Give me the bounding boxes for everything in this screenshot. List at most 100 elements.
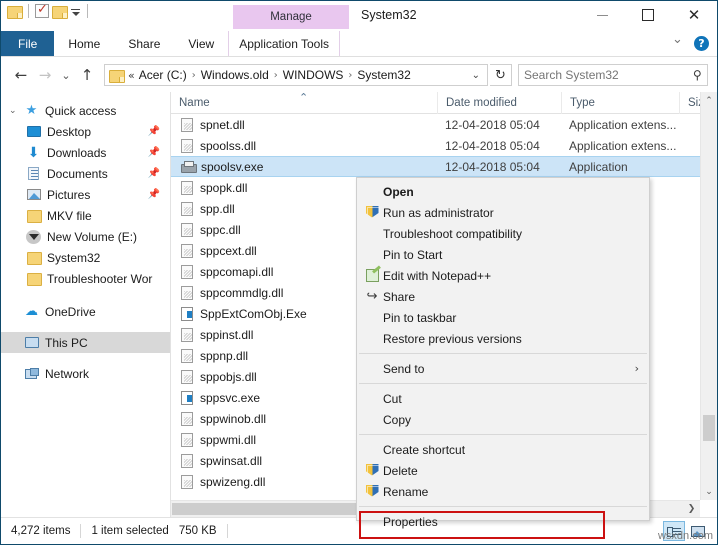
selection-info: 1 item selected (81, 525, 178, 537)
tab-application-tools[interactable]: Application Tools (228, 31, 340, 56)
menu-item-label: Rename (383, 485, 428, 499)
pin-icon[interactable]: 📌 (148, 189, 160, 200)
menu-separator (359, 434, 647, 435)
file-type-cell: Application extens... (561, 139, 679, 153)
column-headers: Name ⌃ Date modified Type Size (171, 92, 717, 114)
refresh-button[interactable]: ↻ (490, 64, 512, 86)
shield-icon (361, 206, 383, 220)
share-icon: ↪ (361, 289, 383, 304)
expander-icon[interactable]: ⌄ (9, 106, 17, 116)
properties-folder-icon[interactable] (7, 5, 22, 18)
breadcrumb-item-windows[interactable]: WINDOWS (283, 68, 344, 82)
new-folder-checked-icon[interactable] (35, 4, 49, 18)
table-row-selected[interactable]: spoolsv.exe 12-04-2018 05:04 Application (171, 156, 700, 177)
quick-access-toolbar (7, 4, 91, 18)
sidebar-item-onedrive[interactable]: ☁ OneDrive (1, 301, 170, 322)
scroll-right-icon[interactable]: ❯ (683, 501, 700, 517)
vertical-scroll-thumb[interactable] (703, 415, 715, 441)
sidebar-item-label: Downloads (47, 146, 106, 160)
sidebar-item-new-volume-e[interactable]: New Volume (E:) (1, 226, 170, 247)
pin-icon[interactable]: 📌 (148, 168, 160, 179)
menu-item-share[interactable]: ↪ Share (357, 286, 649, 307)
recent-locations-button[interactable]: ⌄ (57, 63, 75, 87)
tab-view-label: View (188, 37, 214, 51)
menu-item-properties[interactable]: Properties (357, 511, 649, 532)
sidebar-item-mkv-file[interactable]: MKV file (1, 205, 170, 226)
tab-view[interactable]: View (174, 31, 228, 56)
scroll-up-icon[interactable]: ⌃ (701, 92, 717, 109)
back-button[interactable]: ← (9, 63, 33, 87)
sidebar-item-pictures[interactable]: Pictures 📌 (1, 184, 170, 205)
file-type-cell: Application (561, 160, 679, 174)
menu-item-pin-to-taskbar[interactable]: Pin to taskbar (357, 307, 649, 328)
menu-item-label: Pin to taskbar (383, 311, 456, 325)
vertical-scrollbar[interactable]: ⌃ ⌄ (700, 92, 717, 500)
breadcrumb-item-system32[interactable]: System32 (357, 68, 410, 82)
sidebar-item-label: Desktop (47, 125, 91, 139)
menu-item-edit-with-notepadpp[interactable]: Edit with Notepad++ (357, 265, 649, 286)
menu-item-send-to[interactable]: Send to › (357, 358, 649, 379)
pin-icon[interactable]: 📌 (148, 126, 160, 137)
breadcrumb-chevron-2[interactable]: › (274, 70, 278, 81)
scroll-down-icon[interactable]: ⌄ (701, 483, 717, 500)
file-name: spoolss.dll (200, 139, 256, 153)
sidebar-item-label: Pictures (47, 188, 90, 202)
ribbon-right-controls: ? (672, 31, 717, 56)
menu-item-open[interactable]: Open (357, 181, 649, 202)
tab-file[interactable]: File (1, 31, 54, 56)
pictures-icon (25, 189, 42, 200)
address-input[interactable]: « Acer (C:) › Windows.old › WINDOWS › Sy… (104, 64, 488, 86)
menu-item-troubleshoot-compatibility[interactable]: Troubleshoot compatibility (357, 223, 649, 244)
menu-item-run-as-administrator[interactable]: Run as administrator (357, 202, 649, 223)
breadcrumb-item-acer-c[interactable]: Acer (C:) (139, 68, 187, 82)
breadcrumb: « Acer (C:) › Windows.old › WINDOWS › Sy… (128, 68, 411, 82)
breadcrumb-overflow-icon[interactable]: « (128, 69, 135, 82)
chevron-down-icon[interactable] (672, 38, 684, 50)
table-row[interactable]: spnet.dll 12-04-2018 05:04 Application e… (171, 114, 700, 135)
menu-item-restore-previous-versions[interactable]: Restore previous versions (357, 328, 649, 349)
pin-icon[interactable]: 📌 (148, 147, 160, 158)
dll-icon (181, 118, 193, 132)
new-folder-icon[interactable] (52, 5, 67, 18)
sidebar-item-downloads[interactable]: ⬇ Downloads 📌 (1, 142, 170, 163)
maximize-button[interactable] (625, 1, 671, 29)
breadcrumb-item-windows-old[interactable]: Windows.old (201, 68, 269, 82)
breadcrumb-chevron-3[interactable]: › (348, 70, 352, 81)
minimize-button[interactable] (579, 1, 625, 29)
column-header-date-modified[interactable]: Date modified (437, 92, 561, 114)
dll-icon (181, 202, 193, 216)
breadcrumb-chevron-1[interactable]: › (192, 70, 196, 81)
tab-home[interactable]: Home (54, 31, 114, 56)
sidebar-item-system32[interactable]: System32 (1, 247, 170, 268)
search-input[interactable] (524, 68, 693, 82)
search-box[interactable]: ⚲ (518, 64, 708, 86)
close-button[interactable]: ✕ (671, 1, 717, 29)
sidebar-item-documents[interactable]: Documents 📌 (1, 163, 170, 184)
menu-item-create-shortcut[interactable]: Create shortcut (357, 439, 649, 460)
menu-item-cut[interactable]: Cut (357, 388, 649, 409)
sidebar-item-network[interactable]: Network (1, 363, 170, 384)
menu-item-rename[interactable]: Rename (357, 481, 649, 502)
customize-dropdown-icon[interactable] (70, 5, 81, 18)
file-date-cell: 12-04-2018 05:04 (437, 160, 561, 174)
sidebar-item-this-pc[interactable]: This PC (1, 332, 170, 353)
help-icon[interactable]: ? (694, 36, 709, 51)
menu-item-copy[interactable]: Copy (357, 409, 649, 430)
up-button[interactable]: ↑ (75, 63, 99, 87)
file-name: sppcext.dll (200, 244, 257, 258)
column-header-name[interactable]: Name ⌃ (171, 92, 437, 114)
address-dropdown-icon[interactable]: ⌄ (467, 70, 485, 81)
file-name: sppnp.dll (200, 349, 248, 363)
search-icon[interactable]: ⚲ (693, 68, 702, 82)
sidebar-item-quick-access[interactable]: ⌄ ★ Quick access (1, 100, 170, 121)
sidebar-item-troubleshooter-work[interactable]: Troubleshooter Wor (1, 268, 170, 289)
table-row[interactable]: spoolss.dll 12-04-2018 05:04 Application… (171, 135, 700, 156)
forward-button[interactable]: → (33, 63, 57, 87)
cloud-icon: ☁ (23, 304, 40, 319)
column-header-type[interactable]: Type (561, 92, 679, 114)
tab-share[interactable]: Share (114, 31, 174, 56)
menu-item-pin-to-start[interactable]: Pin to Start (357, 244, 649, 265)
title-bar: Manage System32 ✕ (1, 1, 717, 31)
menu-item-delete[interactable]: Delete (357, 460, 649, 481)
sidebar-item-desktop[interactable]: Desktop 📌 (1, 121, 170, 142)
